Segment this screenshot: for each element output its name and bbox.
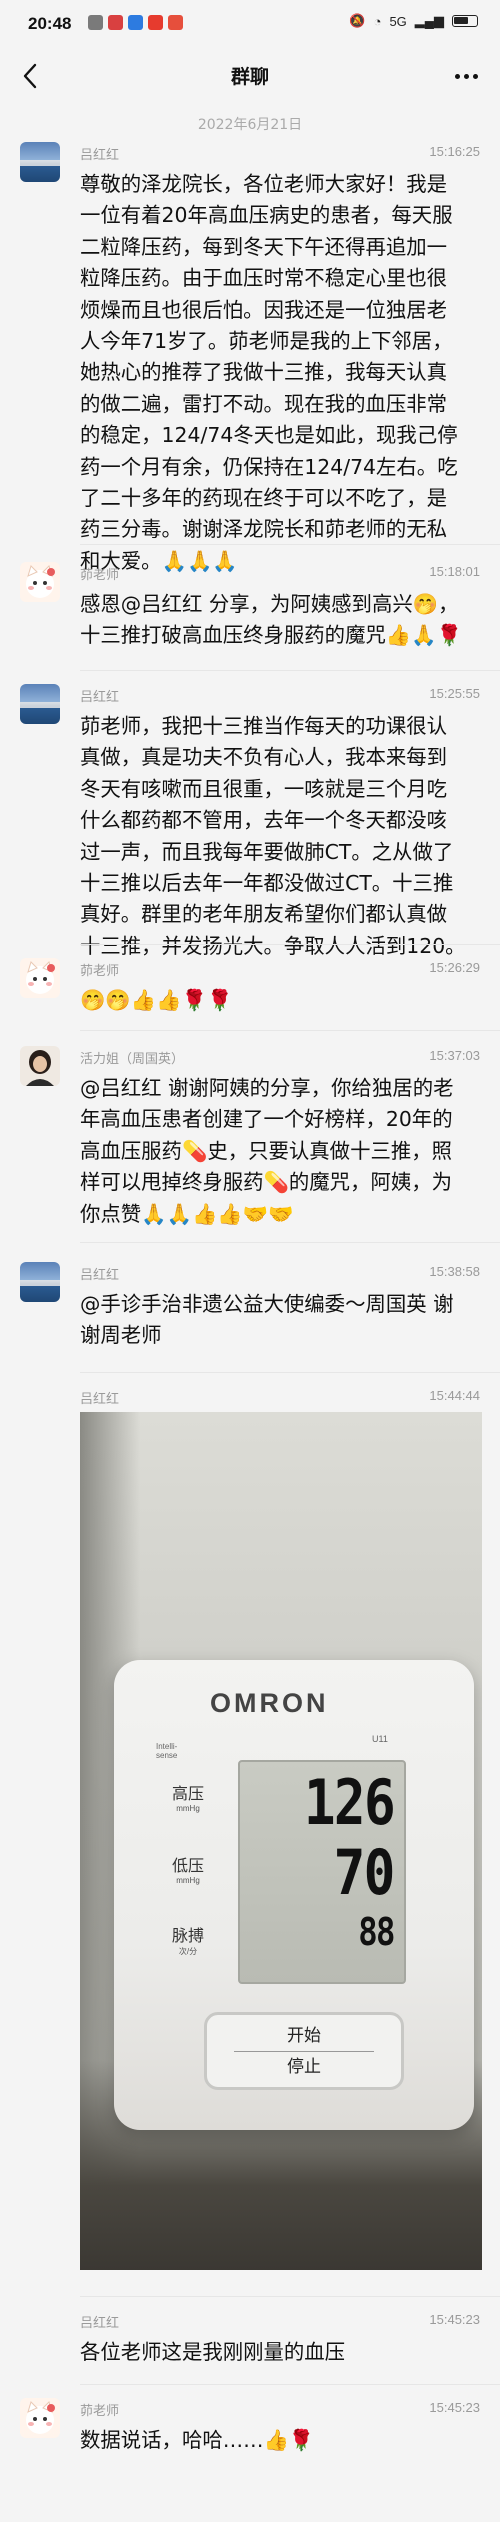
device-model: U11	[372, 1734, 388, 1744]
wifi-icon: ◔	[373, 13, 382, 29]
page-title: 群聊	[230, 66, 269, 88]
status-right: 🔕 ◔ 5G ▂▄▆	[349, 13, 478, 29]
blood-pressure-monitor: OMRON U11 Intelli- sense 高压 mmHg 低压 mmHg…	[114, 1660, 474, 2130]
message-text[interactable]: @吕红红 谢谢阿姨的分享，你给独居的老 年高血压患者创建了一个好榜样，20年的 …	[80, 1073, 480, 1230]
pulse-reading: 88	[358, 1910, 395, 1954]
message-time: 15:45:23	[429, 2400, 480, 2415]
start-stop-button: 开始 停止	[204, 2012, 404, 2090]
message-text[interactable]: 尊敬的泽龙院长，各位老师大家好！我是 一位有着20年高血压病史的患者，每天服 二…	[80, 169, 480, 577]
avatar[interactable]	[20, 684, 60, 724]
more-dots-icon	[454, 73, 460, 79]
divider	[80, 2296, 500, 2297]
sender-name[interactable]: 茆老师	[80, 2400, 119, 2419]
systolic-reading: 126	[303, 1766, 396, 1839]
app-notification-icon	[168, 15, 183, 30]
avatar[interactable]	[20, 958, 60, 998]
sender-name[interactable]: 吕红红	[80, 2312, 119, 2331]
pulse-unit: 次/分	[178, 1947, 198, 1956]
message-text[interactable]: 数据说话，哈哈……👍🌹	[80, 2425, 480, 2456]
message-time: 15:26:29	[429, 960, 480, 975]
avatar[interactable]	[20, 1046, 60, 1086]
app-notification-icon	[148, 15, 163, 30]
app-notification-icon	[88, 15, 103, 30]
avatar[interactable]	[20, 562, 60, 602]
message-time: 15:45:23	[429, 2312, 480, 2327]
stop-label: 停止	[287, 2056, 321, 2077]
message-text[interactable]: 各位老师这是我刚刚量的血压	[80, 2337, 480, 2368]
blood-pressure-photo[interactable]: OMRON U11 Intelli- sense 高压 mmHg 低压 mmHg…	[80, 1412, 482, 2270]
systolic-label-text: 高压	[171, 1784, 204, 1803]
sender-name[interactable]: 茆老师	[80, 564, 119, 583]
message-time: 15:16:25	[429, 144, 480, 159]
network-type: 5G	[389, 13, 407, 29]
sender-name[interactable]: 吕红红	[80, 686, 119, 705]
lcd-screen: 126 70 88	[238, 1760, 406, 1984]
diastolic-reading: 70	[333, 1836, 396, 1909]
message-time: 15:38:58	[429, 1264, 480, 1279]
more-button[interactable]	[448, 62, 484, 90]
date-separator: 2022年6月21日	[197, 117, 303, 133]
divider	[80, 1242, 500, 1243]
divider	[80, 670, 500, 671]
systolic-label: 高压 mmHg	[148, 1780, 228, 1813]
avatar[interactable]	[20, 2398, 60, 2438]
cat-icon	[26, 2401, 55, 2434]
sender-name[interactable]: 吕红红	[80, 144, 119, 163]
message-time: 15:18:01	[429, 564, 480, 579]
status-time: 20:48	[28, 14, 72, 33]
signal-icon: ▂▄▆	[414, 13, 444, 28]
more-dot	[472, 73, 478, 79]
avatar[interactable]	[20, 1262, 60, 1302]
avatar[interactable]	[20, 142, 60, 182]
intellisense-logo: Intelli- sense	[156, 1742, 178, 1760]
divider	[80, 944, 500, 945]
divider	[80, 1030, 500, 1031]
diastolic-label-text: 低压	[171, 1856, 204, 1875]
diastolic-label: 低压 mmHg	[148, 1852, 228, 1885]
person-icon	[26, 1050, 54, 1086]
pulse-label-text: 脉搏	[171, 1926, 204, 1945]
device-brand: OMRON	[210, 1688, 329, 1718]
message-time: 15:37:03	[429, 1048, 480, 1063]
message-text[interactable]: 🤭🤭👍👍🌹🌹	[80, 985, 480, 1016]
sender-name[interactable]: 吕红红	[80, 1388, 119, 1407]
battery-icon	[452, 15, 478, 27]
notification-icons	[88, 15, 183, 30]
app-notification-icon	[108, 15, 123, 30]
diastolic-unit: mmHg	[176, 1876, 200, 1885]
divider	[80, 544, 500, 545]
message-time: 15:44:44	[429, 1388, 480, 1403]
message-text[interactable]: @手诊手治非遗公益大使编委～周国英 谢 谢周老师	[80, 1289, 480, 1352]
status-bar: 20:48 🔕 ◔ 5G ▂▄▆	[0, 0, 500, 48]
systolic-unit: mmHg	[176, 1804, 200, 1813]
app-notification-icon	[128, 15, 143, 30]
cat-icon	[26, 565, 55, 598]
message-time: 15:25:55	[429, 686, 480, 701]
divider	[80, 2384, 500, 2385]
pulse-label: 脉搏 次/分	[148, 1922, 228, 1957]
sender-name[interactable]: 吕红红	[80, 1264, 119, 1283]
cat-icon	[26, 961, 55, 994]
sender-name[interactable]: 活力姐（周国英）	[80, 1048, 184, 1067]
button-divider	[234, 2050, 374, 2052]
mute-icon: 🔕	[349, 13, 366, 28]
more-dot	[463, 73, 469, 79]
message-text[interactable]: 感恩@吕红红 分享，为阿姨感到高兴🤭， 十三推打破高血压终身服药的魔咒👍🙏🌹	[80, 589, 480, 652]
start-label: 开始	[287, 2025, 321, 2046]
divider	[80, 1372, 500, 1373]
sender-name[interactable]: 茆老师	[80, 960, 119, 979]
message-text[interactable]: 茆老师，我把十三推当作每天的功课很认 真做，真是功夫不负有心人，我本来每到 冬天…	[80, 711, 480, 962]
nav-bar: 群聊	[0, 48, 500, 104]
